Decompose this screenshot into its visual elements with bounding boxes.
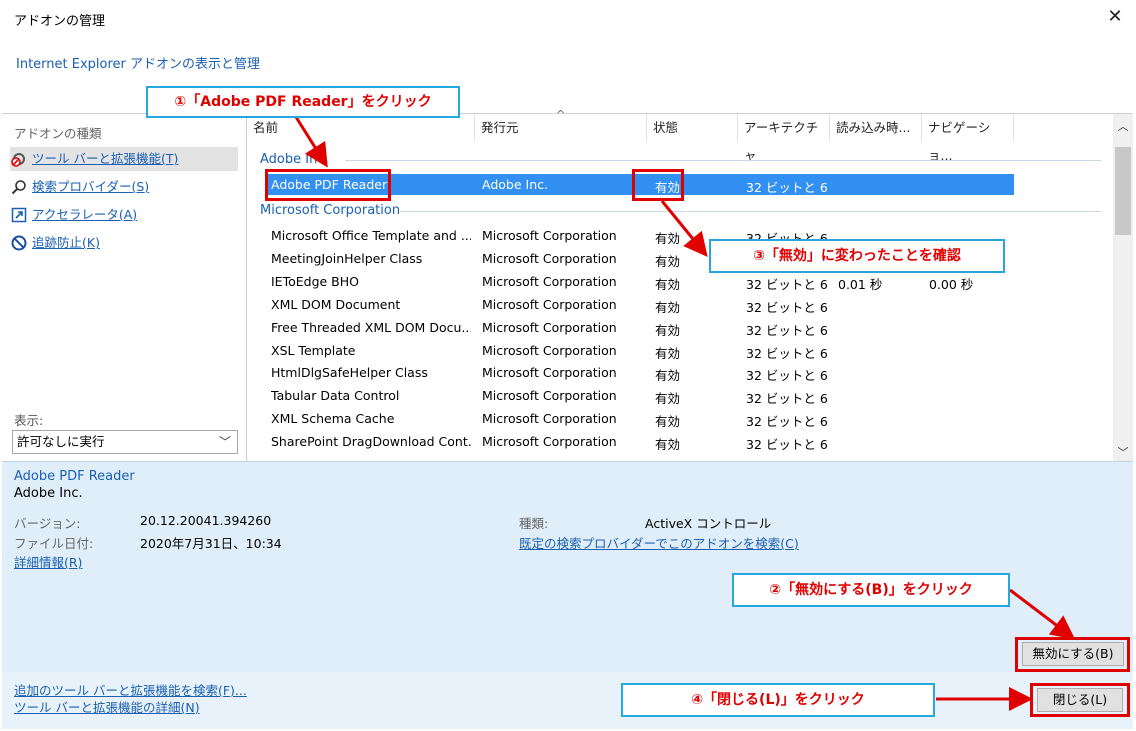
- callout-step4: ④「閉じる(L)」をクリック: [621, 683, 935, 717]
- arrow-step3: [660, 200, 708, 257]
- arrow-step2: [1009, 588, 1076, 640]
- callout-step3: ③「無効」に変わったことを確認: [709, 239, 1005, 273]
- callout-step1: ①「Adobe PDF Reader」をクリック: [146, 86, 460, 118]
- callout-step2: ②「無効にする(B)」をクリック: [732, 573, 1010, 607]
- arrow-step1: [294, 116, 328, 168]
